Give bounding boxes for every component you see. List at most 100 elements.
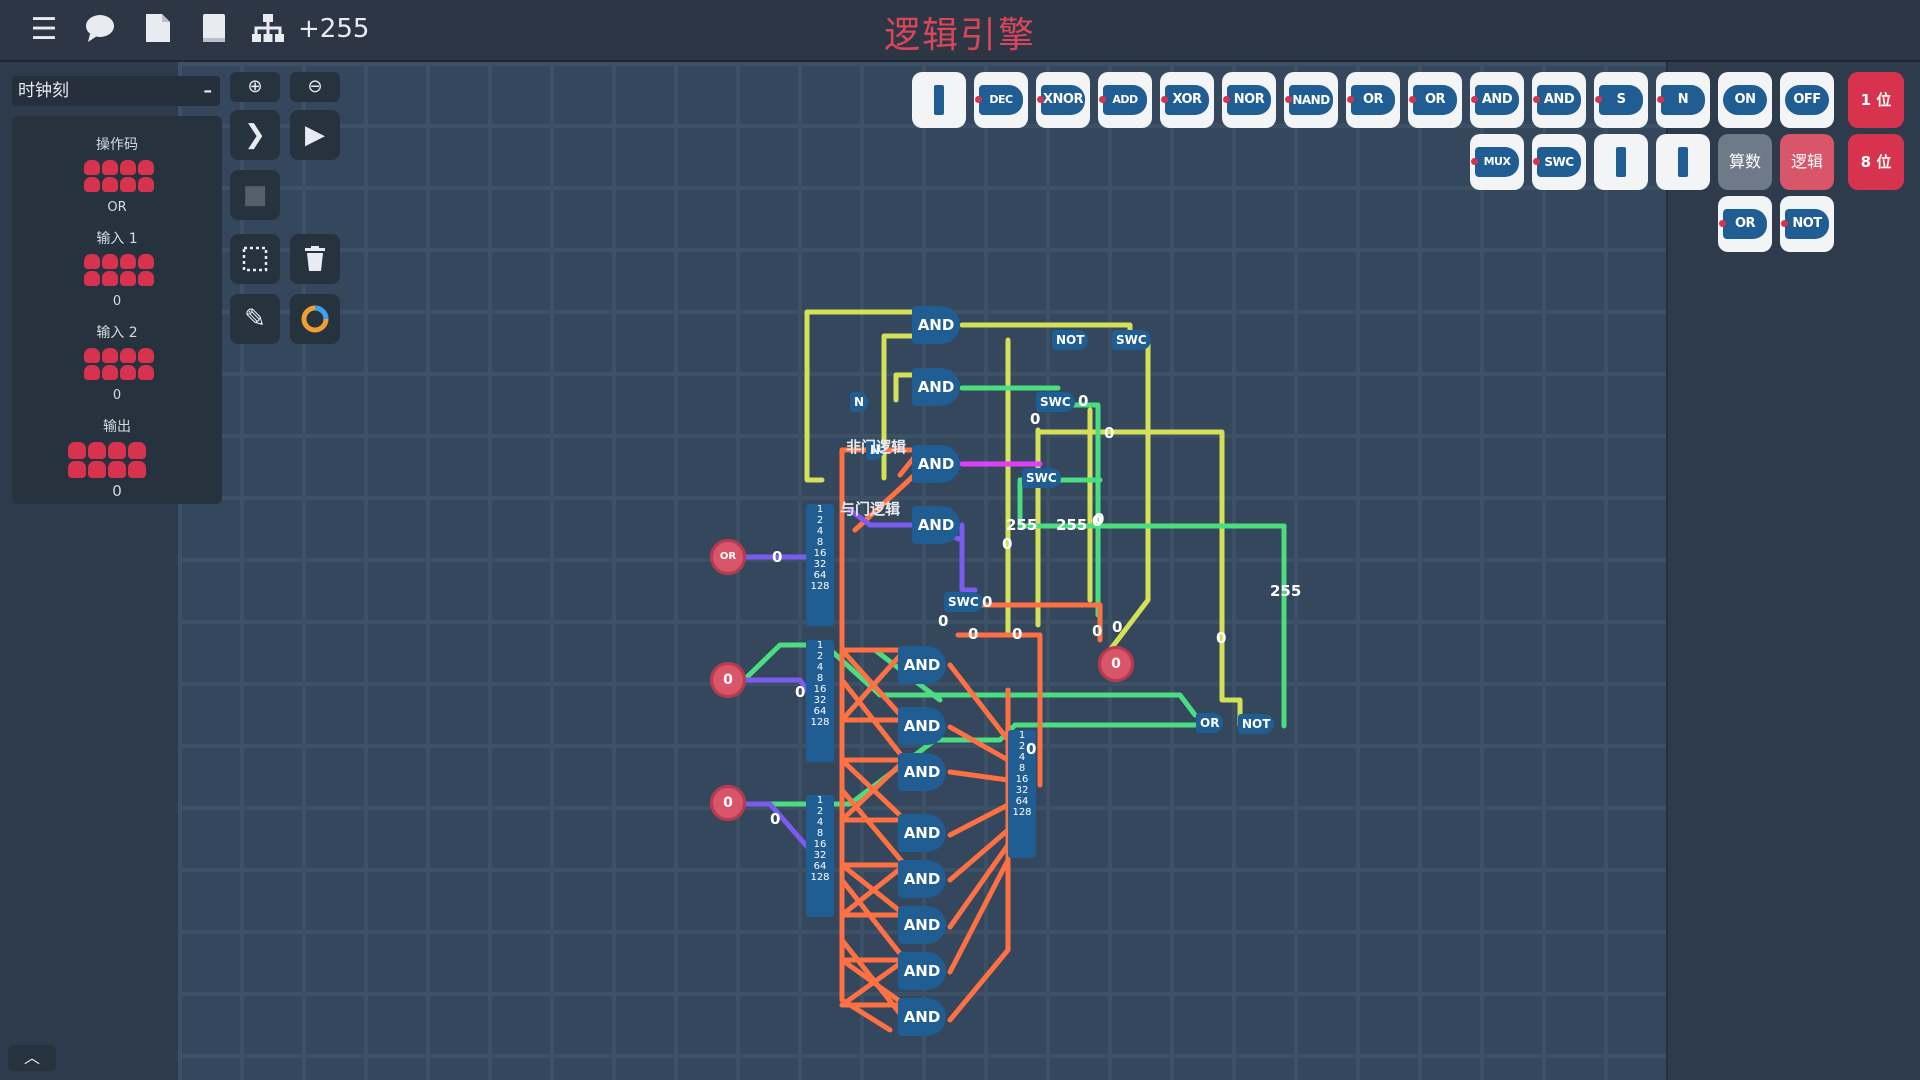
not-gate-output[interactable]: NOT — [1238, 714, 1275, 734]
palette-or-logic[interactable]: OR — [1718, 196, 1772, 252]
bit-8-button[interactable]: 8 位 — [1848, 134, 1904, 190]
wire-value: 0 — [1012, 625, 1023, 643]
bit-1-button[interactable]: 1 位 — [1848, 72, 1904, 128]
palette-swc[interactable]: SWC — [1532, 134, 1586, 190]
input-node-1[interactable]: 0 — [710, 662, 746, 698]
input-node-2[interactable]: 0 — [710, 785, 746, 821]
palette-and-2[interactable]: AND — [1532, 72, 1586, 128]
palette-and[interactable]: AND — [1470, 72, 1524, 128]
opcode-bits[interactable] — [84, 160, 155, 192]
and-gate-top-3[interactable]: AND — [912, 445, 960, 483]
category-arith-button[interactable]: 算数 — [1718, 134, 1772, 190]
wire-value: 0 — [1026, 740, 1037, 758]
select-icon[interactable] — [230, 234, 280, 284]
and-gate-bit-5[interactable]: AND — [898, 860, 946, 898]
and-gate-bit-4[interactable]: AND — [898, 814, 946, 852]
input2-bits[interactable] — [84, 348, 155, 380]
collapse-up-button[interactable]: ︿ — [8, 1045, 56, 1071]
and-gate-bit-2[interactable]: AND — [898, 707, 946, 745]
wire-value: 0 — [1002, 535, 1013, 553]
opcode-value: OR — [107, 200, 127, 215]
palette-on[interactable]: ON — [1718, 72, 1772, 128]
input1-label: 输入 1 — [96, 231, 138, 247]
palette-xor[interactable]: XOR — [1160, 72, 1214, 128]
palette-nor[interactable]: NOR — [1222, 72, 1276, 128]
palette-bus[interactable] — [912, 72, 966, 128]
palette-mux[interactable]: MUX — [1470, 134, 1524, 190]
clock-select[interactable]: 时钟刻 – — [12, 76, 220, 106]
output-label: 输出 — [103, 419, 131, 435]
palette-not-logic[interactable]: NOT — [1780, 196, 1834, 252]
wire-value: 0 — [1078, 392, 1089, 410]
and-gate-bit-1[interactable]: AND — [898, 646, 946, 684]
palette-or-2[interactable]: OR — [1408, 72, 1462, 128]
wire-value: 0 — [1104, 424, 1115, 442]
zoom-out-icon[interactable]: ⊖ — [290, 72, 340, 102]
wire-value: 0 — [1112, 618, 1123, 636]
io-panel: 操作码 OR 输入 1 0 输入 2 0 输出 0 — [12, 116, 222, 504]
wire-value: 255 — [1056, 516, 1088, 534]
input2-value: 0 — [112, 388, 122, 403]
wire-value: 0 — [982, 593, 993, 611]
wire-value: 0 — [772, 548, 783, 566]
palette-nand[interactable]: NAND — [1284, 72, 1338, 128]
and-gate-bit-7[interactable]: AND — [898, 952, 946, 990]
wire-value: 0 — [938, 612, 949, 630]
zoom-in-icon[interactable]: ⊕ — [230, 72, 280, 102]
swc-gate-3[interactable]: SWC — [1022, 468, 1061, 488]
wire-value: 0 — [968, 625, 979, 643]
step-icon[interactable]: ❯ — [230, 110, 280, 160]
clock-label: 时钟刻 — [18, 81, 69, 101]
palette-or[interactable]: OR — [1346, 72, 1400, 128]
wire-value: 0 — [770, 810, 781, 828]
swc-gate-top[interactable]: SWC — [1112, 330, 1151, 350]
and-gate-top-4[interactable]: AND — [912, 506, 960, 544]
bus-splitter-input2[interactable]: 1 2 4 8 16 32 64 128 — [806, 795, 834, 917]
pencil-icon[interactable]: ✎ — [230, 294, 280, 344]
color-ring-icon[interactable] — [290, 294, 340, 344]
and-gate-top-1[interactable]: AND — [912, 306, 960, 344]
palette-xnor[interactable]: XNOR — [1036, 72, 1090, 128]
top-bar: ☰ +255 逻辑引擎 — [0, 0, 1920, 62]
palette-add[interactable]: ADD — [1098, 72, 1152, 128]
output-node[interactable]: 0 — [1098, 646, 1134, 682]
and-gate-bit-8[interactable]: AND — [898, 998, 946, 1036]
palette-splitter[interactable] — [1594, 134, 1648, 190]
bus-splitter-opcode[interactable]: 1 2 4 8 16 32 64 128 — [806, 504, 834, 626]
play-icon[interactable]: ▶ — [290, 110, 340, 160]
or-gate-output[interactable]: OR — [1196, 713, 1224, 733]
opcode-label: 操作码 — [96, 137, 138, 153]
input1-bits[interactable] — [84, 254, 155, 286]
delete-icon[interactable] — [290, 234, 340, 284]
chevron-up-icon: ︿ — [23, 1048, 40, 1067]
output-value: 0 — [112, 482, 122, 500]
and-gate-bit-3[interactable]: AND — [898, 753, 946, 791]
swc-gate-4[interactable]: SWC — [944, 592, 983, 612]
wire-value: 255 — [1270, 582, 1302, 600]
swc-gate-2[interactable]: SWC — [1036, 392, 1075, 412]
wire-value: 0 — [1092, 622, 1103, 640]
overlay-label-not: 非门逻辑 — [846, 438, 907, 456]
bus-splitter-input1[interactable]: 1 2 4 8 16 32 64 128 — [806, 640, 834, 762]
overlay-label-and: 与门逻辑 — [840, 500, 901, 518]
stop-icon[interactable]: ■ — [230, 170, 280, 220]
palette-dec[interactable]: DEC — [974, 72, 1028, 128]
wire-value: 0 — [1030, 410, 1041, 428]
wire-value: 0 — [1094, 510, 1105, 528]
palette-s[interactable]: S — [1594, 72, 1648, 128]
palette-off[interactable]: OFF — [1780, 72, 1834, 128]
page-title: 逻辑引擎 — [883, 15, 1036, 56]
and-gate-bit-6[interactable]: AND — [898, 906, 946, 944]
palette-n[interactable]: N — [1656, 72, 1710, 128]
input2-label: 输入 2 — [96, 325, 138, 341]
wire-value: 0 — [1216, 629, 1227, 647]
not-gate-top[interactable]: NOT — [1052, 330, 1089, 350]
wire-value: 0 — [795, 683, 806, 701]
category-logic-button[interactable]: 逻辑 — [1780, 134, 1834, 190]
input-node-opcode[interactable]: OR — [710, 539, 746, 575]
input1-value: 0 — [112, 294, 122, 309]
wire-value: 255 — [1006, 516, 1038, 534]
clock-minus-button[interactable]: – — [204, 76, 213, 106]
and-gate-top-2[interactable]: AND — [912, 368, 960, 406]
palette-joiner[interactable] — [1656, 134, 1710, 190]
